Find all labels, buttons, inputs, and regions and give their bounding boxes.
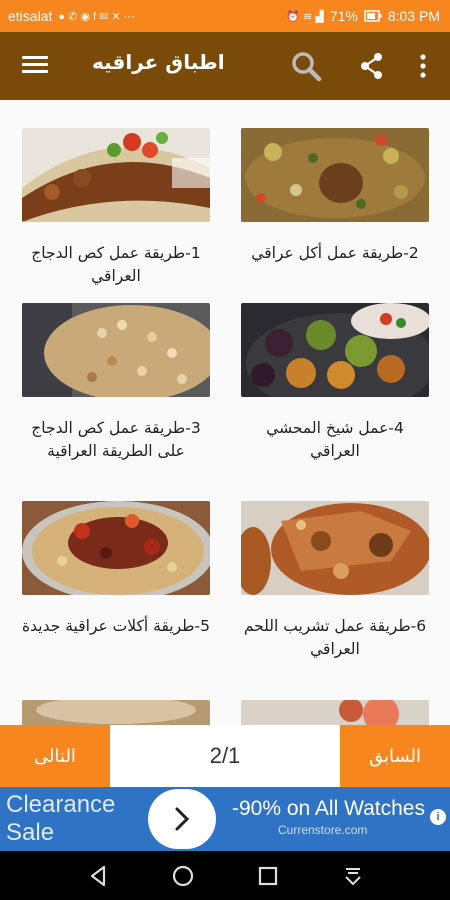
system-nav-bar xyxy=(0,851,450,900)
status-bar: etisalat ● ✆ ◉ f ✉ ✕ ⋯ ⏰ ≋ ▟ 71% 8:03 PM xyxy=(0,0,450,32)
recipe-grid: 2-طريقة عمل أكل عراقي 1-طريقة عمل كص الد… xyxy=(0,100,450,725)
keyboard-hide-icon[interactable] xyxy=(340,863,366,889)
recipe-title: 4-عمل شيخ المحشي العراقي xyxy=(266,419,404,460)
recipe-image xyxy=(22,501,214,601)
ad-arrow-button[interactable] xyxy=(148,789,216,849)
share-icon[interactable] xyxy=(356,50,388,82)
more-icon[interactable] xyxy=(408,50,438,82)
battery-percent: 71% xyxy=(329,8,358,24)
info-icon[interactable]: i xyxy=(430,809,446,825)
next-button[interactable]: التالى xyxy=(0,725,110,787)
recipe-title: 2-طريقة عمل أكل عراقي xyxy=(251,244,419,262)
recipe-title: 6-طريقة عمل تشريب اللحم العراقي xyxy=(243,617,427,658)
previous-button[interactable]: السابق xyxy=(340,725,450,787)
back-icon[interactable] xyxy=(86,863,112,889)
ad-offer: -90% on All Watches xyxy=(232,797,425,820)
recipe-card[interactable]: 5-طريقة أكلات عراقية جديدة xyxy=(22,501,214,638)
carrier-label: etisalat xyxy=(8,8,53,24)
search-icon[interactable] xyxy=(290,50,322,82)
chevron-right-icon xyxy=(175,807,190,831)
ad-banner[interactable]: Clearance Sale -90% on All Watches Curre… xyxy=(0,787,450,851)
notification-icons: ● ✆ ◉ f ✉ ✕ ⋯ xyxy=(58,10,135,23)
page-indicator: 2/1 xyxy=(209,743,241,768)
recipe-image xyxy=(241,128,429,222)
home-icon[interactable] xyxy=(170,863,196,889)
recipe-image xyxy=(22,128,210,222)
ad-left-text: Clearance Sale xyxy=(6,791,116,846)
clock: 8:03 PM xyxy=(387,8,440,24)
recipe-title: 3-طريقة عمل كص الدجاج على الطريقة العراق… xyxy=(31,419,201,460)
ad-site: Currenstore.com xyxy=(278,823,368,837)
recipe-card[interactable] xyxy=(22,696,210,725)
battery-icon xyxy=(364,10,382,22)
recipe-image xyxy=(241,303,436,413)
recipe-image xyxy=(22,696,210,725)
recipe-card[interactable]: 1-طريقة عمل كص الدجاج العراقي xyxy=(22,128,210,288)
recipe-image xyxy=(235,501,431,595)
recipe-image xyxy=(22,303,220,401)
recipe-image xyxy=(241,696,429,725)
app-toolbar: اطباق عراقيه xyxy=(0,32,450,100)
app-title: اطباق عراقيه xyxy=(92,50,225,74)
recipe-card[interactable]: 3-طريقة عمل كص الدجاج على الطريقة العراق… xyxy=(22,303,220,463)
recipe-card[interactable]: 2-طريقة عمل أكل عراقي xyxy=(241,128,429,265)
menu-icon[interactable] xyxy=(22,52,48,78)
recents-icon[interactable] xyxy=(255,863,281,889)
recipe-title: 5-طريقة أكلات عراقية جديدة xyxy=(22,617,210,635)
recipe-card[interactable]: 6-طريقة عمل تشريب اللحم العراقي xyxy=(235,501,431,661)
signal-icons: ⏰ ≋ ▟ xyxy=(286,10,324,23)
pagination-bar: التالى 2/1 السابق xyxy=(0,725,450,787)
recipe-title: 1-طريقة عمل كص الدجاج العراقي xyxy=(31,244,201,285)
recipe-card[interactable] xyxy=(241,696,429,725)
recipe-card[interactable]: 4-عمل شيخ المحشي العراقي xyxy=(241,303,436,463)
